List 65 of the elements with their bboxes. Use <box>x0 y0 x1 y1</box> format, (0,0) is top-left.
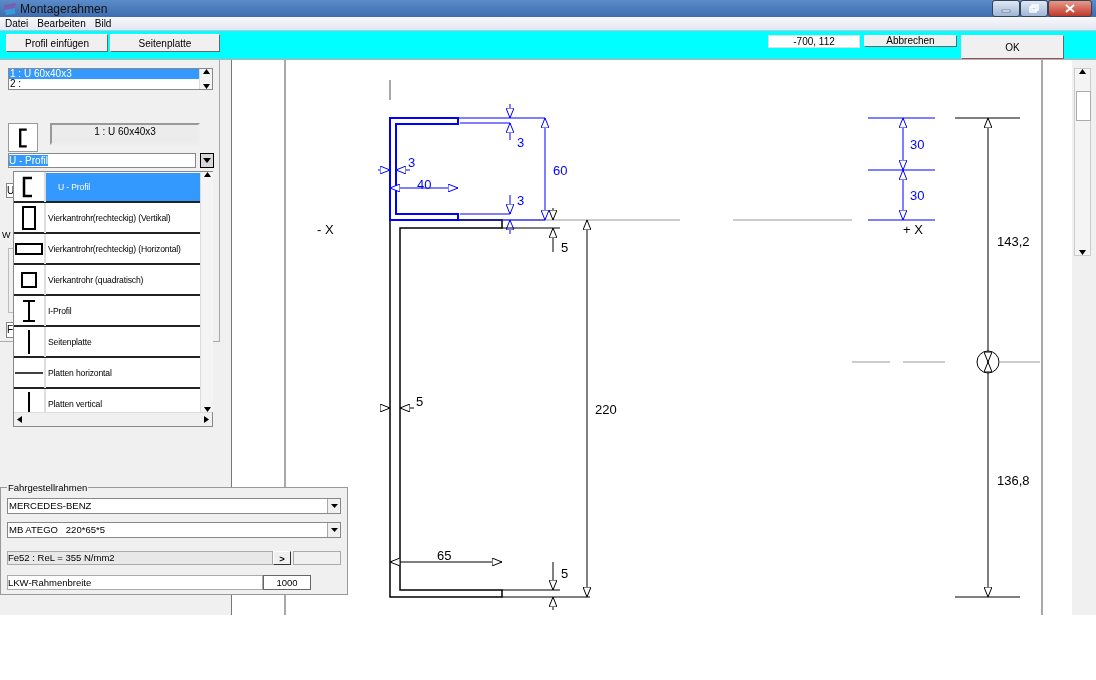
scroll-up-icon[interactable] <box>202 69 210 74</box>
model-select[interactable]: MB ATEGO 220*65*5 <box>7 522 341 538</box>
horizontal-line-icon <box>14 357 46 388</box>
profile-list-item[interactable]: 2 : <box>9 79 199 89</box>
frame-width-field[interactable]: 1000 <box>263 575 311 590</box>
caret-icon <box>203 158 211 163</box>
dimension-label: 136,8 <box>997 473 1030 488</box>
dimension-label: 65 <box>437 548 452 563</box>
vertical-scrollbar[interactable] <box>1074 68 1091 256</box>
profile-option[interactable]: Vierkantrohr (quadratisch) <box>14 265 200 296</box>
covered-label: W <box>2 230 12 242</box>
frame-width-label: LKW-Rahmenbreite <box>7 575 263 590</box>
dimension-label: 40 <box>417 177 432 192</box>
dimension-label: 30 <box>910 137 925 152</box>
restore-icon <box>1029 4 1039 13</box>
material-button[interactable]: > <box>273 551 291 565</box>
scroll-right-icon[interactable] <box>204 416 209 423</box>
close-icon <box>1065 4 1075 13</box>
dimension-label: 3 <box>517 135 525 150</box>
scroll-down-icon[interactable] <box>1079 250 1086 255</box>
insert-profile-button[interactable]: Profil einfügen <box>6 34 108 52</box>
minimize-button[interactable] <box>992 0 1020 17</box>
profile-option[interactable]: Platten horizontal <box>14 358 200 389</box>
cancel-button[interactable]: Abbrechen <box>864 35 957 47</box>
axis-label: - X <box>317 222 334 237</box>
coordinates-field: -700, 112 <box>768 35 860 48</box>
dropdown-button[interactable] <box>200 153 214 168</box>
scrollbar-thumb[interactable] <box>1076 91 1091 121</box>
empty-field <box>293 551 341 565</box>
dimension-label: 3 <box>517 193 525 208</box>
manufacturer-select[interactable]: MERCEDES-BENZ <box>7 498 341 514</box>
scroll-up-icon[interactable] <box>1079 69 1086 74</box>
side-plate-button[interactable]: Seitenplatte <box>110 34 220 52</box>
window-title: Montagerahmen <box>20 1 108 16</box>
dimension-label: 5 <box>561 240 569 255</box>
material-field: Fe52 : ReL = 355 N/mm2 <box>7 551 273 565</box>
dimension-label: 5 <box>416 394 424 409</box>
ok-button[interactable]: OK <box>961 35 1064 59</box>
center-mark-icon <box>976 350 1000 374</box>
scroll-up-icon[interactable] <box>203 172 211 177</box>
profile-option[interactable]: Seitenplatte <box>14 327 200 358</box>
profile-option[interactable]: Vierkantrohr(rechteckig) (Horizontal) <box>14 234 200 265</box>
close-button[interactable] <box>1048 0 1092 17</box>
axis-label: + X <box>903 222 923 237</box>
scroll-left-icon[interactable] <box>17 416 22 423</box>
profile-option[interactable]: Vierkantrohr(rechteckig) (Vertikal) <box>14 203 200 234</box>
dimension-label: 5 <box>561 566 569 581</box>
app-icon <box>3 1 17 16</box>
profile-preview-icon <box>8 123 38 152</box>
dimension-label: 3 <box>408 155 416 170</box>
dimension-label: 220 <box>595 402 617 417</box>
dropdown-arrow-icon <box>330 504 338 508</box>
group-title: Fahrgestellrahmen <box>7 482 89 493</box>
profile-listbox[interactable]: 1 : U 60x40x3 2 : <box>8 68 213 90</box>
profile-name-label: 1 : U 60x40x3 <box>50 123 200 145</box>
menu-item[interactable]: Bild <box>94 18 112 29</box>
scroll-down-icon[interactable] <box>202 84 210 89</box>
dimension-label: 143,2 <box>997 234 1030 249</box>
dimension-label: 30 <box>910 188 925 203</box>
profile-option[interactable]: I-Profil <box>14 296 200 327</box>
dimension-label: 60 <box>553 163 568 178</box>
restore-button[interactable] <box>1020 0 1048 17</box>
menu-item[interactable]: Datei <box>5 18 29 29</box>
dropdown-arrow-icon <box>330 528 338 532</box>
menu-item[interactable]: Bearbeiten <box>37 18 86 29</box>
